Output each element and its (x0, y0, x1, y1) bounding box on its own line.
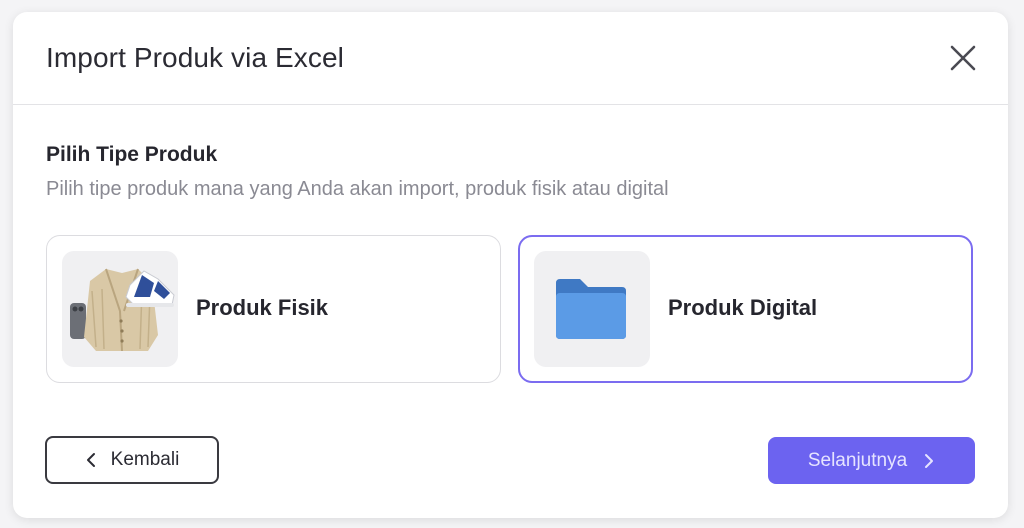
folder-icon (556, 279, 626, 339)
import-modal: Import Produk via Excel Pilih Tipe Produ… (13, 12, 1008, 518)
modal-title: Import Produk via Excel (46, 42, 344, 73)
next-button[interactable]: Selanjutnya (768, 437, 975, 484)
section-subtitle: Pilih tipe produk mana yang Anda akan im… (46, 178, 669, 200)
section-title: Pilih Tipe Produk (46, 143, 218, 166)
option-label: Produk Digital (668, 295, 818, 320)
option-produk-digital[interactable]: Produk Digital (518, 235, 973, 383)
option-label: Produk Fisik (196, 295, 329, 320)
close-button[interactable] (948, 43, 978, 73)
close-icon (950, 45, 976, 71)
folder-icon-container (534, 251, 650, 367)
modal-header: Import Produk via Excel (13, 12, 1008, 105)
chevron-left-icon (86, 453, 95, 467)
option-produk-fisik[interactable]: Produk Fisik (46, 235, 501, 383)
next-button-label: Selanjutnya (807, 449, 908, 471)
back-button-label: Kembali (110, 449, 180, 470)
back-button[interactable]: Kembali (45, 436, 219, 484)
chevron-right-icon (925, 453, 934, 468)
physical-products-image (62, 251, 178, 367)
